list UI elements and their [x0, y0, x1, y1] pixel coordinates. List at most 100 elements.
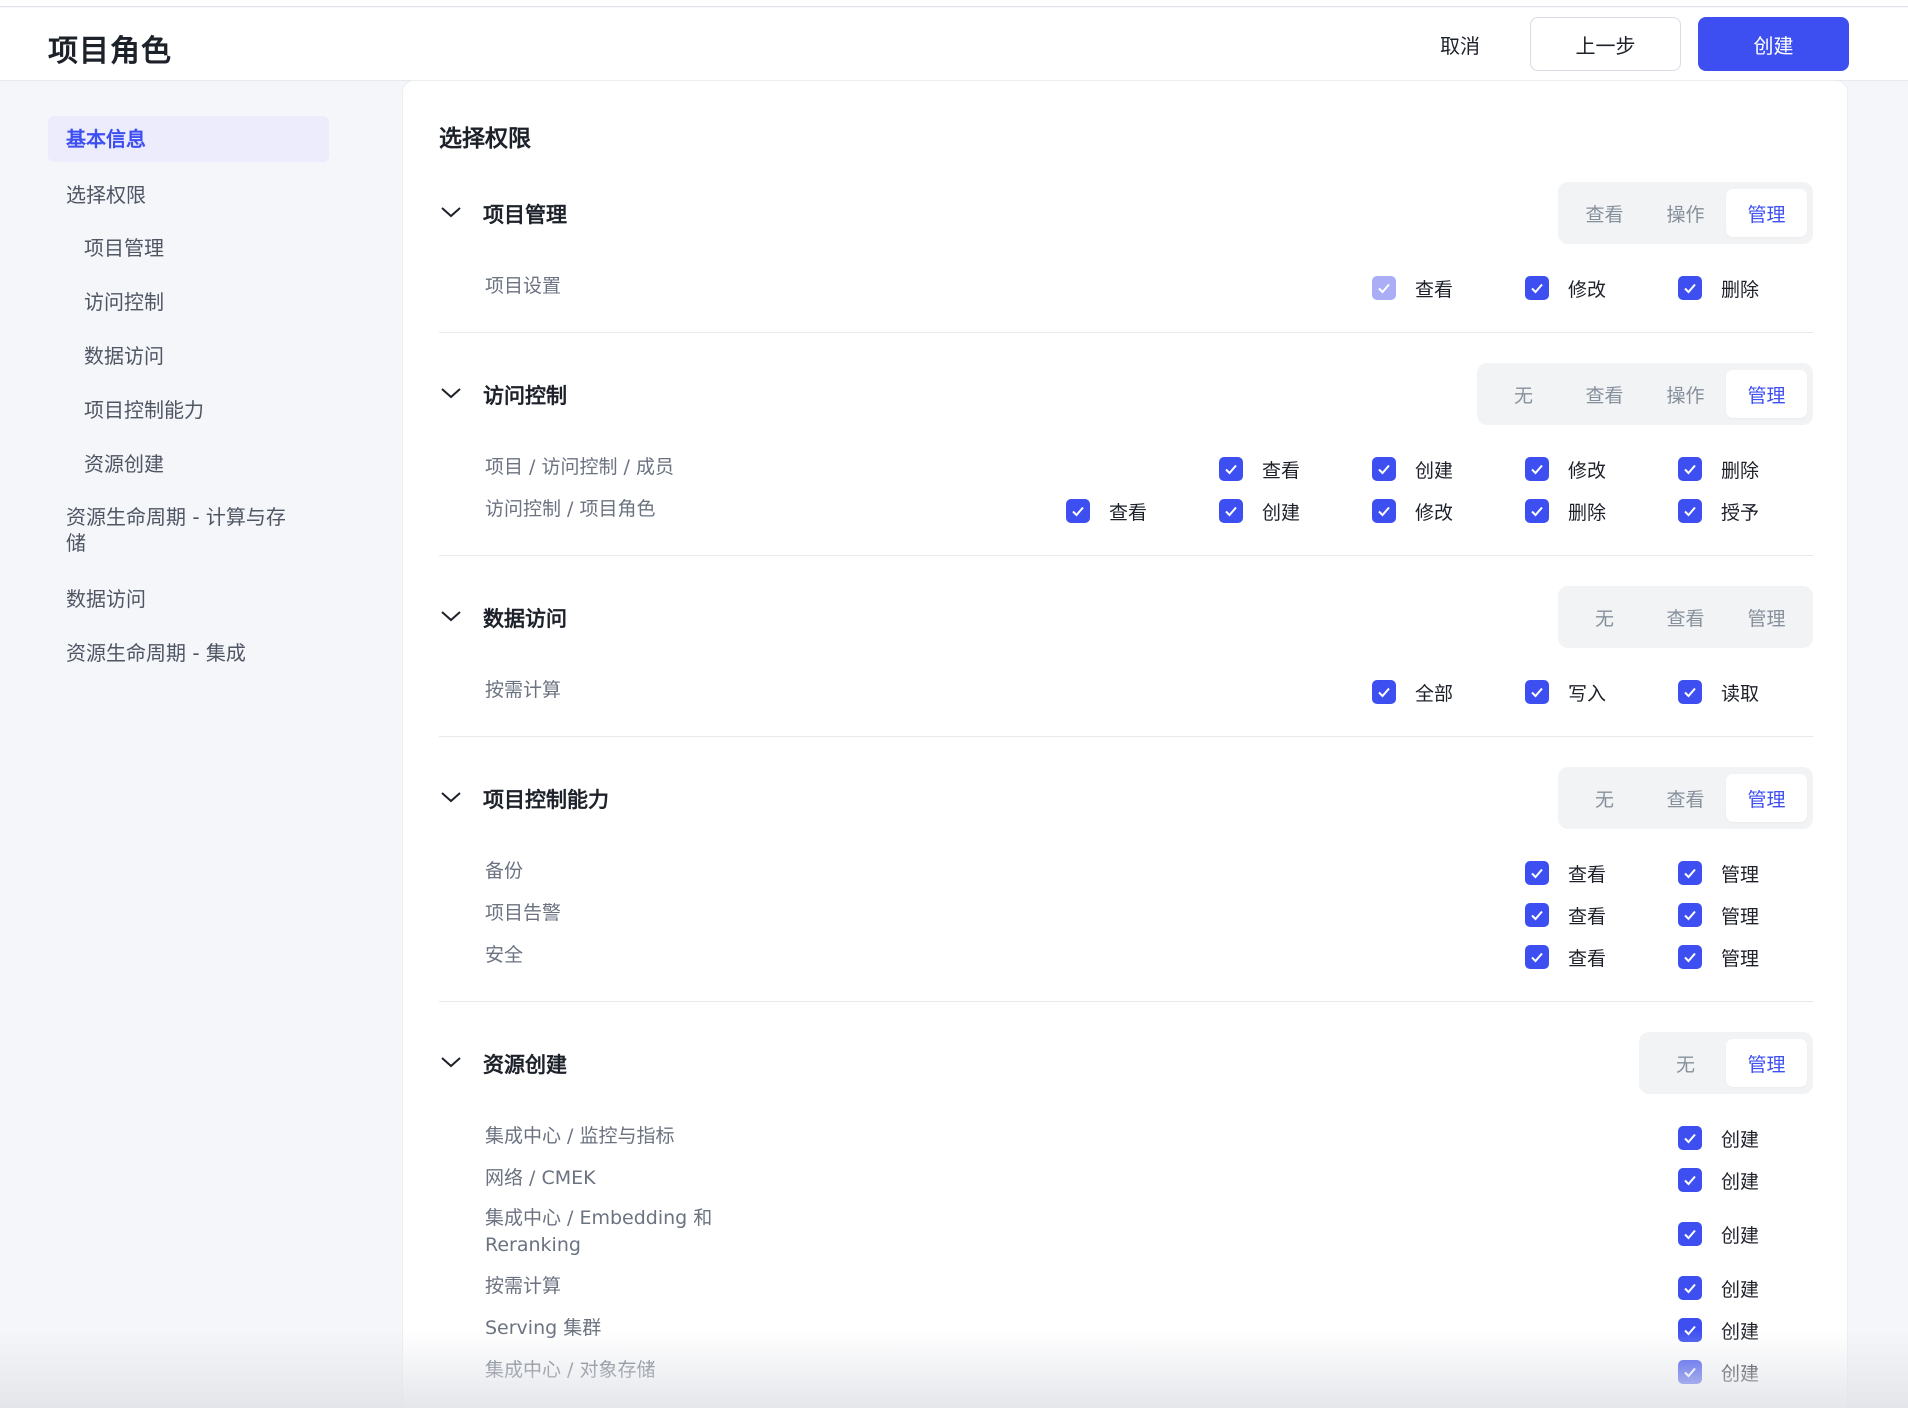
checkbox-label: 创建	[1721, 1278, 1760, 1301]
chevron-down-icon[interactable]	[439, 200, 463, 224]
sidebar-item-basic-info[interactable]: 基本信息	[48, 116, 329, 162]
permission-checkbox[interactable]: 创建	[1678, 1221, 1759, 1247]
checkbox-checked-icon	[1525, 499, 1549, 523]
level-option-none[interactable]: 无	[1483, 370, 1564, 418]
level-option-manage[interactable]: 管理	[1726, 774, 1807, 822]
level-option-none[interactable]: 无	[1564, 774, 1645, 822]
sidebar-item-access-control[interactable]: 访问控制	[48, 289, 329, 315]
permission-checkbox[interactable]: 创建	[1372, 456, 1453, 482]
chevron-down-icon[interactable]	[439, 381, 463, 405]
checkbox-label: 创建	[1721, 1362, 1760, 1385]
checkbox-checked-icon	[1678, 1126, 1702, 1150]
checkbox-label: 查看	[1262, 459, 1301, 482]
permissions-panel: 选择权限 项目管理 查看 操作 管理 项目设置 查看 修改 删除 访问控制 无 …	[402, 80, 1848, 1408]
permission-level-selector: 无 查看 操作 管理	[1477, 363, 1813, 425]
checkbox-checked-icon	[1678, 1318, 1702, 1342]
chevron-down-icon[interactable]	[439, 1050, 463, 1074]
create-button[interactable]: 创建	[1698, 17, 1849, 71]
cancel-button[interactable]: 取消	[1410, 17, 1510, 71]
checkbox-checked-icon	[1525, 945, 1549, 969]
level-option-view[interactable]: 查看	[1564, 189, 1645, 237]
level-option-view[interactable]: 查看	[1645, 593, 1726, 641]
permission-level-selector: 无 管理	[1639, 1032, 1813, 1094]
sidebar-item-data-access-2[interactable]: 数据访问	[48, 586, 329, 612]
row-label: 集成中心 / Embedding 和 Reranking	[485, 1207, 713, 1256]
section-title: 访问控制	[483, 384, 567, 408]
row-label: 按需计算	[485, 679, 562, 701]
permission-checkbox[interactable]: 删除	[1525, 498, 1606, 524]
permission-checkbox[interactable]: 创建	[1678, 1317, 1759, 1343]
section-divider	[439, 1001, 1813, 1002]
checkbox-checked-icon	[1372, 499, 1396, 523]
permission-checkbox[interactable]: 全部	[1372, 679, 1453, 705]
chevron-down-icon[interactable]	[439, 604, 463, 628]
level-option-manage[interactable]: 管理	[1726, 1039, 1807, 1087]
level-option-operate[interactable]: 操作	[1645, 189, 1726, 237]
checkbox-checked-icon	[1525, 861, 1549, 885]
row-label: 集成中心 / 对象存储	[485, 1359, 656, 1381]
checkbox-checked-icon	[1678, 903, 1702, 927]
permission-checkbox[interactable]: 创建	[1678, 1125, 1759, 1151]
permission-checkbox[interactable]: 管理	[1678, 944, 1759, 970]
sidebar-item-data-access[interactable]: 数据访问	[48, 343, 329, 369]
checkbox-checked-icon	[1678, 680, 1702, 704]
section-title: 项目管理	[483, 203, 567, 227]
checkbox-label: 授予	[1721, 501, 1760, 524]
permission-checkbox[interactable]: 删除	[1678, 275, 1759, 301]
permission-checkbox[interactable]: 读取	[1678, 679, 1759, 705]
permission-checkbox[interactable]: 查看	[1219, 456, 1300, 482]
sidebar-item-project-control[interactable]: 项目控制能力	[48, 397, 329, 423]
level-option-manage[interactable]: 管理	[1726, 593, 1807, 641]
row-label: 项目 / 访问控制 / 成员	[485, 456, 674, 478]
permission-checkbox[interactable]: 管理	[1678, 860, 1759, 886]
section-title: 数据访问	[483, 607, 567, 631]
sidebar-item-project-management[interactable]: 项目管理	[48, 235, 329, 261]
permission-checkbox[interactable]: 修改	[1525, 456, 1606, 482]
checkbox-label: 读取	[1721, 682, 1760, 705]
permission-checkbox[interactable]: 授予	[1678, 498, 1759, 524]
permission-checkbox[interactable]: 创建	[1219, 498, 1300, 524]
permission-checkbox[interactable]: 查看	[1525, 860, 1606, 886]
checkbox-checked-icon	[1525, 276, 1549, 300]
checkbox-label: 查看	[1568, 947, 1607, 970]
row-label: 网络 / CMEK	[485, 1167, 596, 1189]
level-option-view[interactable]: 查看	[1645, 774, 1726, 822]
checkbox-label: 修改	[1415, 501, 1454, 524]
permission-checkbox[interactable]: 写入	[1525, 679, 1606, 705]
checkbox-label: 查看	[1568, 863, 1607, 886]
level-option-manage[interactable]: 管理	[1726, 189, 1807, 237]
sidebar-item-lifecycle-compute-storage[interactable]: 资源生命周期 - 计算与存储	[48, 504, 298, 556]
sidebar-item-resource-creation[interactable]: 资源创建	[48, 451, 329, 477]
checkbox-checked-icon	[1678, 1168, 1702, 1192]
level-option-view[interactable]: 查看	[1564, 370, 1645, 418]
checkbox-checked-icon	[1372, 680, 1396, 704]
sidebar-item-select-permissions[interactable]: 选择权限	[48, 182, 329, 208]
checkbox-label: 删除	[1721, 459, 1760, 482]
checkbox-checked-icon	[1678, 1360, 1702, 1384]
permission-checkbox[interactable]: 查看	[1372, 275, 1453, 301]
checkbox-label: 创建	[1262, 501, 1301, 524]
permission-checkbox[interactable]: 修改	[1372, 498, 1453, 524]
level-option-none[interactable]: 无	[1564, 593, 1645, 641]
permission-checkbox[interactable]: 查看	[1066, 498, 1147, 524]
checkbox-checked-icon	[1678, 861, 1702, 885]
permission-checkbox[interactable]: 查看	[1525, 902, 1606, 928]
permission-checkbox[interactable]: 管理	[1678, 902, 1759, 928]
permission-checkbox[interactable]: 删除	[1678, 456, 1759, 482]
checkbox-label: 查看	[1109, 501, 1148, 524]
level-option-operate[interactable]: 操作	[1645, 370, 1726, 418]
chevron-down-icon[interactable]	[439, 785, 463, 809]
checkbox-label: 查看	[1568, 905, 1607, 928]
level-option-none[interactable]: 无	[1645, 1039, 1726, 1087]
permission-checkbox[interactable]: 修改	[1525, 275, 1606, 301]
permission-checkbox[interactable]: 创建	[1678, 1359, 1759, 1385]
level-option-manage[interactable]: 管理	[1726, 370, 1807, 418]
permission-level-selector: 无 查看 管理	[1558, 767, 1813, 829]
row-label: 访问控制 / 项目角色	[485, 498, 656, 520]
permission-checkbox[interactable]: 查看	[1525, 944, 1606, 970]
sidebar-item-lifecycle-integration[interactable]: 资源生命周期 - 集成	[48, 640, 329, 666]
previous-step-button[interactable]: 上一步	[1530, 17, 1681, 71]
permission-checkbox[interactable]: 创建	[1678, 1275, 1759, 1301]
section-header-access-control: 访问控制 无 查看 操作 管理	[439, 363, 1813, 425]
permission-checkbox[interactable]: 创建	[1678, 1167, 1759, 1193]
